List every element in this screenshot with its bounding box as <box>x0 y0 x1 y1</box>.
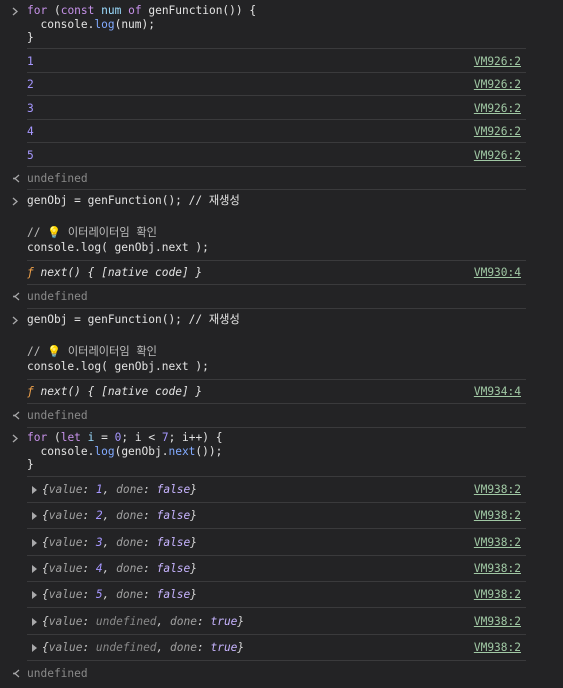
code-line[interactable]: console.log( genObj.next ); <box>27 241 209 255</box>
chevron-right-icon <box>12 197 19 206</box>
chevron-right-icon <box>12 7 19 16</box>
log-object-row[interactable]: {value: undefined, done: true} VM938:2 <box>27 636 526 662</box>
source-link[interactable]: VM938:2 <box>474 478 521 502</box>
value-field: undefined <box>95 640 157 654</box>
console-result-entry: undefined <box>0 405 526 425</box>
log-output-row: ƒ next() { [native code] } VM934:4 <box>27 380 526 403</box>
done-field: true <box>210 640 238 654</box>
value-field: undefined <box>95 614 157 628</box>
log-number-value: 2 <box>27 78 34 92</box>
devtools-console: for (const num of genFunction()) { conso… <box>0 0 563 688</box>
source-link[interactable]: VM926:2 <box>474 73 521 96</box>
log-object-row[interactable]: {value: undefined, done: true} VM938:2 <box>27 610 526 636</box>
expand-triangle-icon[interactable] <box>32 538 37 547</box>
return-arrow-icon <box>12 669 21 678</box>
console-result-entry: undefined <box>0 168 526 188</box>
return-arrow-icon <box>12 411 21 420</box>
object-preview[interactable]: {value: 1, done: false} <box>32 478 197 502</box>
source-link[interactable]: VM934:4 <box>474 380 521 403</box>
console-input-entry: for (let i = 0; i < 7; i++) { console.lo… <box>0 431 526 473</box>
source-link[interactable]: VM938:2 <box>474 583 521 607</box>
log-object-row[interactable]: {value: 2, done: false} VM938:2 <box>27 504 526 530</box>
done-field: false <box>156 535 191 549</box>
object-preview[interactable]: {value: 3, done: false} <box>32 531 197 555</box>
source-link[interactable]: VM926:2 <box>474 144 521 167</box>
return-arrow-icon <box>12 292 21 301</box>
expand-triangle-icon[interactable] <box>32 591 37 600</box>
log-output-row: 5 VM926:2 <box>27 144 526 167</box>
source-link[interactable]: VM938:2 <box>474 531 521 555</box>
done-field: false <box>156 509 191 523</box>
chevron-right-icon <box>12 434 19 443</box>
code-block[interactable]: for (const num of genFunction()) { conso… <box>27 4 256 45</box>
code-line[interactable]: console.log( genObj.next ); <box>27 360 209 374</box>
object-preview[interactable]: {value: 4, done: false} <box>32 557 197 581</box>
log-object-row[interactable]: {value: 5, done: false} VM938:2 <box>27 583 526 609</box>
console-input-entry: genObj = genFunction(); // 재생성 // 💡 이터레이… <box>0 193 526 255</box>
log-output-row: 2 VM926:2 <box>27 73 526 96</box>
console-result-entry: undefined <box>0 663 526 683</box>
value-field: 4 <box>95 561 103 575</box>
source-link[interactable]: VM938:2 <box>474 610 521 634</box>
value-field: 5 <box>95 588 103 602</box>
function-output: ƒ next() { [native code] } <box>27 385 203 398</box>
log-output-row: 1 VM926:2 <box>27 50 526 73</box>
expand-triangle-icon[interactable] <box>32 512 37 521</box>
value-field: 2 <box>95 509 103 523</box>
source-link[interactable]: VM938:2 <box>474 557 521 581</box>
object-preview[interactable]: {value: 5, done: false} <box>32 583 197 607</box>
code-line[interactable]: genObj = genFunction(); // 재생성 <box>27 194 240 208</box>
chevron-right-icon <box>12 316 19 325</box>
source-link[interactable]: VM926:2 <box>474 97 521 120</box>
return-arrow-icon <box>12 174 21 183</box>
log-number-value: 4 <box>27 125 34 139</box>
source-link[interactable]: VM938:2 <box>474 504 521 528</box>
log-number-value: 5 <box>27 148 34 162</box>
code-block[interactable]: for (let i = 0; i < 7; i++) { console.lo… <box>27 431 222 472</box>
comment-line: // 💡 이터레이터임 확인 <box>27 226 157 239</box>
result-text: undefined <box>27 172 88 185</box>
log-output-row: 4 VM926:2 <box>27 120 526 143</box>
result-text: undefined <box>27 667 88 680</box>
value-field: 1 <box>95 483 103 496</box>
function-output: ƒ next() { [native code] } <box>27 266 203 279</box>
console-result-entry: undefined <box>0 286 526 306</box>
log-object-row[interactable]: {value: 1, done: false} VM938:2 <box>27 478 526 504</box>
console-input-entry: genObj = genFunction(); // 재생성 // 💡 이터레이… <box>0 312 526 374</box>
done-field: false <box>156 588 191 602</box>
done-field: true <box>210 614 238 628</box>
comment-line: // 💡 이터레이터임 확인 <box>27 345 157 358</box>
done-field: false <box>156 561 191 575</box>
log-object-row[interactable]: {value: 3, done: false} VM938:2 <box>27 531 526 557</box>
object-preview[interactable]: {value: 2, done: false} <box>32 504 197 528</box>
result-text: undefined <box>27 290 88 303</box>
source-link[interactable]: VM930:4 <box>474 261 521 284</box>
log-number-value: 1 <box>27 55 34 68</box>
log-output-row: ƒ next() { [native code] } VM930:4 <box>27 261 526 284</box>
result-text: undefined <box>27 409 88 422</box>
value-field: 3 <box>95 535 103 549</box>
code-line[interactable]: genObj = genFunction(); // 재생성 <box>27 313 240 327</box>
done-field: false <box>156 483 191 496</box>
log-number-value: 3 <box>27 101 34 115</box>
expand-triangle-icon[interactable] <box>32 643 37 652</box>
console-input-entry: for (const num of genFunction()) { conso… <box>0 4 526 46</box>
log-object-row[interactable]: {value: 4, done: false} VM938:2 <box>27 557 526 583</box>
source-link[interactable]: VM926:2 <box>474 120 521 143</box>
object-preview[interactable]: {value: undefined, done: true} <box>32 610 244 634</box>
log-output-row: 3 VM926:2 <box>27 97 526 120</box>
expand-triangle-icon[interactable] <box>32 617 37 626</box>
object-preview[interactable]: {value: undefined, done: true} <box>32 636 244 660</box>
expand-triangle-icon[interactable] <box>32 486 37 494</box>
source-link[interactable]: VM938:2 <box>474 636 521 660</box>
expand-triangle-icon[interactable] <box>32 564 37 573</box>
source-link[interactable]: VM926:2 <box>474 50 521 73</box>
